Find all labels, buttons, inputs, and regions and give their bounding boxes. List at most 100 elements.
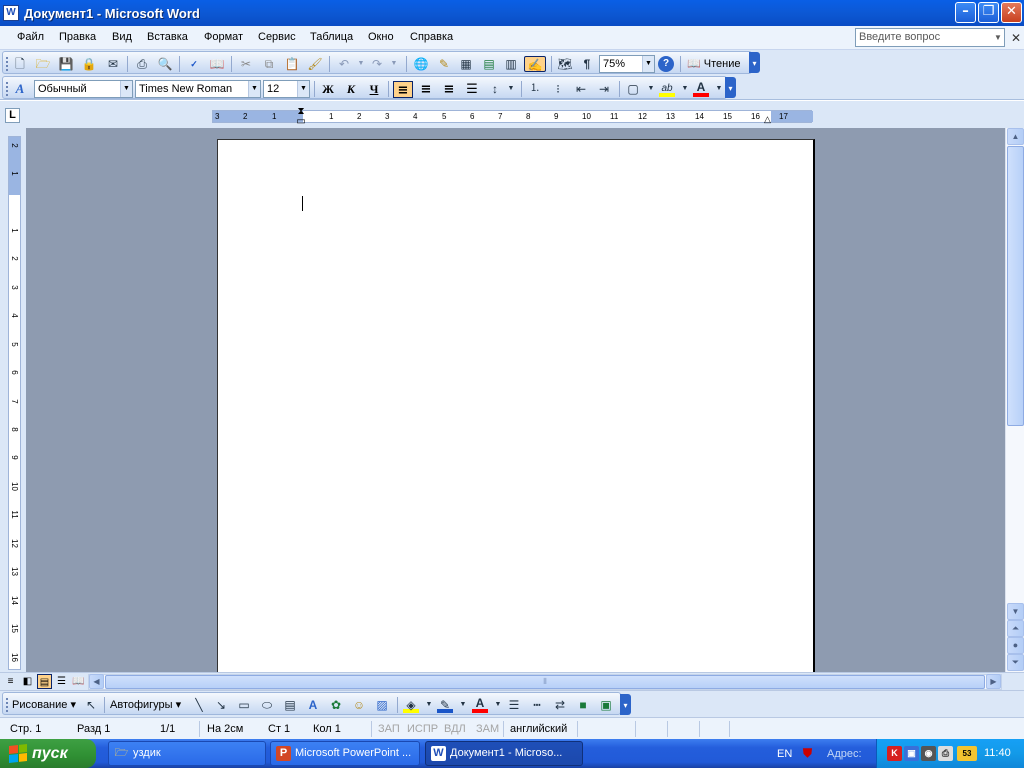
minimize-button[interactable]: – xyxy=(955,2,976,23)
menu-insert[interactable]: Вставка xyxy=(147,31,188,43)
horizontal-scroll-thumb[interactable]: ⦀ xyxy=(105,675,985,689)
vertical-scrollbar[interactable]: ▲ ▼ ⏶ ● ⏷ xyxy=(1005,128,1024,672)
redo-icon[interactable]: ↷ xyxy=(369,56,385,72)
format-painter-icon[interactable]: 🖌 xyxy=(307,56,323,72)
toolbar-grip[interactable] xyxy=(6,698,9,712)
audio-icon[interactable]: ◉ xyxy=(921,746,936,761)
status-track-changes[interactable]: ИСПР xyxy=(407,723,438,735)
align-center-icon[interactable]: ≡ xyxy=(416,81,436,98)
styles-formatting-icon[interactable]: A xyxy=(12,81,28,97)
show-formatting-icon[interactable]: ¶ xyxy=(579,56,595,72)
line-icon[interactable]: ╲ xyxy=(191,697,207,713)
chevron-down-icon[interactable]: ▼ xyxy=(455,697,471,713)
chevron-down-icon[interactable]: ▼ xyxy=(386,56,402,72)
print-layout-view-icon[interactable]: ▤ xyxy=(37,674,52,689)
open-folder-icon[interactable]: 🗁 xyxy=(35,56,51,72)
drawing-toggle-icon[interactable]: ✍ xyxy=(524,56,546,72)
underline-button[interactable]: Ч xyxy=(364,81,384,98)
read-mode-button[interactable]: 📖 Чтение xyxy=(687,57,740,70)
line-style-icon[interactable]: ☰ xyxy=(506,697,522,713)
vertical-ruler[interactable]: 2 1 1 2 3 4 5 6 7 8 9 10 11 12 13 14 15 … xyxy=(8,136,21,670)
copy-icon[interactable]: ⧉ xyxy=(261,56,277,72)
chevron-down-icon[interactable]: ▼ xyxy=(677,81,693,97)
menu-tools[interactable]: Сервис xyxy=(258,31,296,43)
email-icon[interactable]: ✉ xyxy=(105,56,121,72)
insert-table-icon[interactable]: ▦ xyxy=(458,56,474,72)
chevron-down-icon[interactable]: ▼ xyxy=(421,697,437,713)
dash-style-icon[interactable]: ┅ xyxy=(529,697,545,713)
scroll-up-icon[interactable]: ▲ xyxy=(1007,128,1024,145)
chevron-down-icon[interactable]: ▼ xyxy=(642,56,654,72)
document-page[interactable] xyxy=(217,139,815,679)
restore-button[interactable]: ❐ xyxy=(978,2,999,23)
chevron-down-icon[interactable]: ▼ xyxy=(490,697,506,713)
task-word[interactable]: W Документ1 - Microso... xyxy=(425,741,583,766)
vertical-scroll-thumb[interactable] xyxy=(1007,146,1024,426)
chevron-down-icon[interactable]: ▼ xyxy=(643,81,659,97)
font-size-select[interactable]: 12 ▼ xyxy=(263,80,310,98)
status-language[interactable]: английский xyxy=(510,723,567,735)
highlight-icon[interactable]: ab xyxy=(659,81,675,97)
arrow-style-icon[interactable]: ⇄ xyxy=(552,697,568,713)
printer-icon[interactable]: ⎙ xyxy=(938,746,953,761)
numbering-icon[interactable]: ⒈ xyxy=(527,81,543,97)
borders-icon[interactable]: ▢ xyxy=(625,81,641,97)
align-right-icon[interactable]: ≡ xyxy=(439,81,459,98)
status-extend[interactable]: ВДЛ xyxy=(444,723,466,735)
clock[interactable]: 11:40 xyxy=(984,747,1011,759)
cut-icon[interactable]: ✂ xyxy=(238,56,254,72)
menu-window[interactable]: Окно xyxy=(368,31,394,43)
web-view-icon[interactable]: ◧ xyxy=(20,674,35,689)
paste-icon[interactable]: 📋 xyxy=(284,56,300,72)
research-icon[interactable]: 📖 xyxy=(209,56,225,72)
start-button[interactable]: пуск xyxy=(0,739,96,768)
help-question-input[interactable]: Введите вопрос ▼ xyxy=(855,28,1005,47)
menu-edit[interactable]: Правка xyxy=(59,31,96,43)
menu-help[interactable]: Справка xyxy=(410,31,453,43)
font-color-icon[interactable]: A xyxy=(693,81,709,97)
first-line-indent-marker[interactable]: ⧗ ▭ xyxy=(296,107,306,127)
previous-page-icon[interactable]: ⏶ xyxy=(1007,620,1024,637)
font-select[interactable]: Times New Roman ▼ xyxy=(135,80,261,98)
right-indent-marker[interactable]: △ xyxy=(764,114,771,125)
outline-view-icon[interactable]: ☰ xyxy=(54,674,69,689)
security-shield-icon[interactable]: ⛊ xyxy=(800,746,815,761)
zoom-select[interactable]: 75% ▼ xyxy=(599,55,655,73)
normal-view-icon[interactable]: ≡ xyxy=(3,674,18,689)
bullets-icon[interactable]: ⁝ xyxy=(550,81,566,97)
scroll-down-icon[interactable]: ▼ xyxy=(1007,603,1024,620)
text-box-icon[interactable]: ▤ xyxy=(282,697,298,713)
task-folder[interactable]: 🗁 уздик xyxy=(108,741,266,766)
fill-color-icon[interactable]: ◈ xyxy=(403,697,419,713)
diagram-icon[interactable]: ✿ xyxy=(328,697,344,713)
clipart-icon[interactable]: ☺ xyxy=(351,697,367,713)
chevron-down-icon[interactable]: ▼ xyxy=(120,81,132,97)
network-icon[interactable]: ▣ xyxy=(904,746,919,761)
hyperlink-icon[interactable]: 🌐 xyxy=(413,56,429,72)
document-map-icon[interactable]: 🗺 xyxy=(557,56,573,72)
spelling-icon[interactable]: ✓ xyxy=(186,56,202,72)
toolbar-options-chevron[interactable]: ▾ xyxy=(749,52,760,73)
print-icon[interactable]: ⎙ xyxy=(134,56,150,72)
chevron-down-icon[interactable]: ▼ xyxy=(297,81,309,97)
select-objects-icon[interactable]: ↖ xyxy=(83,697,99,713)
print-preview-icon[interactable]: 🔍 xyxy=(157,56,173,72)
draw-menu-button[interactable]: Рисование ▾ xyxy=(12,698,76,711)
arrow-icon[interactable]: ↘ xyxy=(213,697,229,713)
align-left-icon[interactable]: ≡ xyxy=(393,81,413,98)
scroll-left-icon[interactable]: ◀ xyxy=(89,674,104,689)
toolbar-grip[interactable] xyxy=(6,57,9,71)
close-button[interactable]: ✕ xyxy=(1001,2,1022,23)
toolbar-grip[interactable] xyxy=(6,82,9,96)
antivirus-icon[interactable]: K xyxy=(887,746,902,761)
task-powerpoint[interactable]: P Microsoft PowerPoint ... xyxy=(270,741,420,766)
chevron-down-icon[interactable]: ▼ xyxy=(248,81,260,97)
tray-badge-icon[interactable]: 53 xyxy=(957,746,977,761)
oval-icon[interactable]: ⬭ xyxy=(259,697,275,713)
toolbar-options-chevron[interactable]: ▾ xyxy=(620,694,631,715)
word-app-icon[interactable]: W xyxy=(3,5,19,21)
line-color-icon[interactable]: ✎ xyxy=(437,697,453,713)
italic-button[interactable]: К xyxy=(341,81,361,98)
rectangle-icon[interactable]: ▭ xyxy=(236,697,252,713)
reading-view-icon[interactable]: 📖 xyxy=(71,674,86,689)
